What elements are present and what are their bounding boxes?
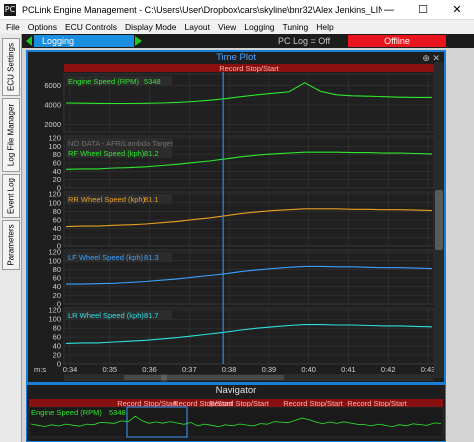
rr-wheel-speed-y-tick: 40 bbox=[53, 224, 61, 233]
time-tick-label: 0:38 bbox=[222, 365, 237, 374]
pclink-window: PC PCLink Engine Management - C:\Users\U… bbox=[0, 0, 474, 442]
nav-channel-value: 5348 bbox=[109, 408, 126, 417]
menu-file[interactable]: File bbox=[6, 22, 20, 32]
offline-indicator[interactable]: Offline bbox=[348, 35, 446, 47]
menu-options[interactable]: Options bbox=[28, 22, 57, 32]
time-tick-label: 0:42 bbox=[381, 365, 396, 374]
engine-speed-y-tick: 6000 bbox=[44, 81, 61, 90]
menu-ecu-controls[interactable]: ECU Controls bbox=[65, 22, 117, 32]
tab-parameters-label: Parameters bbox=[6, 224, 16, 266]
lr-wheel-speed-y-tick: 20 bbox=[53, 351, 61, 360]
rr-wheel-speed-y-tick: 120 bbox=[48, 190, 61, 199]
lf-wheel-speed-y-tick: 20 bbox=[53, 291, 61, 300]
menu-logging[interactable]: Logging bbox=[244, 22, 274, 32]
time-tick-label: 0:36 bbox=[142, 365, 157, 374]
logging-indicator[interactable]: Logging bbox=[34, 35, 134, 47]
rr-wheel-speed-y-tick: 20 bbox=[53, 233, 61, 242]
time-tick-label: 0:37 bbox=[182, 365, 197, 374]
window-controls: — ☐ ✕ bbox=[372, 0, 474, 20]
scroll-grip-icon: ||| bbox=[161, 373, 167, 382]
rf-wheel-speed-y-tick: 120 bbox=[48, 134, 61, 143]
maximize-button[interactable]: ☐ bbox=[406, 0, 440, 20]
rf-wheel-speed-y-tick: 100 bbox=[48, 142, 61, 151]
nav-channel-label: Engine Speed (RPM) bbox=[31, 408, 102, 417]
engine-speed-cursor-value: 5348 bbox=[144, 77, 161, 86]
lf-wheel-speed-y-tick: 120 bbox=[48, 248, 61, 257]
side-tab-strip: ECU Settings Log File Manager Event Log … bbox=[0, 34, 22, 442]
menu-display-mode[interactable]: Display Mode bbox=[125, 22, 177, 32]
time-tick-label: 0:40 bbox=[301, 365, 316, 374]
title-bar: PC PCLink Engine Management - C:\Users\U… bbox=[0, 0, 474, 20]
lr-wheel-speed-y-tick: 120 bbox=[48, 306, 61, 315]
navigator-chart[interactable]: Record Stop/StartRecord Stop/StartRecord… bbox=[27, 393, 445, 441]
engine-speed-series-label: Engine Speed (RPM) bbox=[68, 77, 139, 86]
rf-wheel-speed-series-label: RF Wheel Speed (kph) bbox=[68, 149, 145, 158]
nav-record-label: Record Stop/Start bbox=[283, 399, 344, 408]
scrollbar-thumb[interactable] bbox=[435, 190, 443, 250]
tab-event-log-label: Event Log bbox=[6, 177, 16, 215]
back-arrow-icon[interactable] bbox=[26, 36, 32, 46]
status-bar: Logging PC Log = Off Offline bbox=[22, 34, 474, 48]
lr-wheel-speed-y-tick: 40 bbox=[53, 342, 61, 351]
lr-wheel-speed-y-tick: 80 bbox=[53, 324, 61, 333]
tab-parameters[interactable]: Parameters bbox=[2, 220, 20, 270]
rr-wheel-speed-y-tick: 60 bbox=[53, 216, 61, 225]
tab-log-file-manager-label: Log File Manager bbox=[6, 103, 16, 167]
nav-record-label: Record Stop/Start bbox=[347, 399, 408, 408]
nav-record-label: Record Stop/Start bbox=[209, 399, 270, 408]
time-plot-title: Time Plot bbox=[216, 52, 256, 63]
time-plot-chart[interactable]: Record Stop/Start 2000 4000 6000 Engine Spee… bbox=[28, 64, 444, 382]
engine-speed-y-tick: 2000 bbox=[44, 120, 61, 129]
time-tick-label: 0:34 bbox=[63, 365, 78, 374]
menu-help[interactable]: Help bbox=[316, 22, 333, 32]
time-tick-label: 0:35 bbox=[102, 365, 117, 374]
right-margin bbox=[446, 50, 474, 442]
rf-wheel-speed-y-tick: 80 bbox=[53, 150, 61, 159]
vertical-scrollbar[interactable] bbox=[434, 62, 444, 378]
tab-event-log[interactable]: Event Log bbox=[2, 174, 20, 218]
time-axis-label: m:s bbox=[34, 365, 46, 374]
lf-wheel-speed-series-label: LF Wheel Speed (kph) bbox=[68, 253, 144, 262]
menu-bar: File Options ECU Controls Display Mode L… bbox=[0, 20, 474, 34]
rr-wheel-speed-y-tick: 80 bbox=[53, 207, 61, 216]
record-marker-label: Record Stop/Start bbox=[219, 64, 280, 73]
rf-wheel-speed-series-label: NO DATA - AFR/Lambda Target bbox=[68, 139, 174, 148]
lf-wheel-speed-y-tick: 60 bbox=[53, 274, 61, 283]
lf-wheel-speed-y-tick: 100 bbox=[48, 256, 61, 265]
lr-wheel-speed-y-tick: 60 bbox=[53, 333, 61, 342]
time-tick-label: 0:41 bbox=[341, 365, 356, 374]
menu-view[interactable]: View bbox=[218, 22, 236, 32]
rr-wheel-speed-y-tick: 100 bbox=[48, 198, 61, 207]
window-title: PCLink Engine Management - C:\Users\User… bbox=[22, 4, 382, 15]
rf-wheel-speed-y-tick: 60 bbox=[53, 159, 61, 168]
lf-wheel-speed-y-tick: 40 bbox=[53, 282, 61, 291]
play-arrow-icon[interactable] bbox=[135, 36, 142, 46]
lr-wheel-speed-cursor-value: 81.7 bbox=[144, 311, 159, 320]
tab-ecu-settings[interactable]: ECU Settings bbox=[2, 38, 20, 96]
pclink-app-icon: PC bbox=[4, 3, 16, 16]
minimize-button[interactable]: — bbox=[372, 0, 406, 20]
lr-wheel-speed-y-tick: 0 bbox=[57, 360, 61, 369]
rf-wheel-speed-y-tick: 40 bbox=[53, 167, 61, 176]
navigator-panel: Navigator Record Stop/Start Record Stop/S… bbox=[26, 384, 446, 442]
pc-log-status: PC Log = Off bbox=[278, 36, 331, 46]
menu-tuning[interactable]: Tuning bbox=[283, 22, 309, 32]
lr-wheel-speed-series-label: LR Wheel Speed (kph) bbox=[68, 311, 144, 320]
time-plot-panel: Time Plot ⊕ ✕ Record Stop/Start 2000 4000 6… bbox=[26, 50, 446, 384]
time-tick-label: 0:39 bbox=[262, 365, 277, 374]
close-button[interactable]: ✕ bbox=[440, 0, 474, 20]
tab-ecu-settings-label: ECU Settings bbox=[6, 42, 16, 92]
horizontal-scroll-thumb bbox=[124, 375, 284, 380]
lf-wheel-speed-y-tick: 80 bbox=[53, 265, 61, 274]
rr-wheel-speed-cursor-value: 81.1 bbox=[144, 195, 159, 204]
rf-wheel-speed-y-tick: 20 bbox=[53, 175, 61, 184]
lf-wheel-speed-cursor-value: 81.3 bbox=[144, 253, 159, 262]
menu-layout[interactable]: Layout bbox=[184, 22, 210, 32]
rf-wheel-speed-cursor-value: 81.2 bbox=[144, 149, 159, 158]
engine-speed-y-tick: 4000 bbox=[44, 100, 61, 109]
lr-wheel-speed-y-tick: 100 bbox=[48, 315, 61, 324]
rr-wheel-speed-series-label: RR Wheel Speed (kph) bbox=[68, 195, 146, 204]
tab-log-file-manager[interactable]: Log File Manager bbox=[2, 98, 20, 172]
